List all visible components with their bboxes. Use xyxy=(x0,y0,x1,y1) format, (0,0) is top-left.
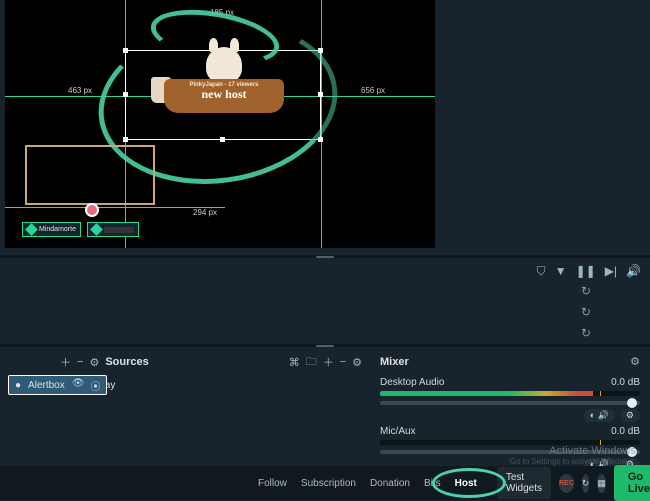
remove-icon[interactable]: − xyxy=(77,356,83,368)
monitor-toggle[interactable]: ◐ 🔊 xyxy=(584,409,615,422)
tab-follow[interactable]: Follow xyxy=(258,478,287,489)
alert-widget[interactable]: PinkyJapan - 17 viewers new host xyxy=(159,65,289,125)
bottom-bar: Follow Subscription Donation Bits Host Test … xyxy=(0,466,650,500)
resize-handle[interactable] xyxy=(123,137,128,142)
gear-icon[interactable]: ⚙ xyxy=(630,355,640,368)
refresh-icon[interactable]: ↻ xyxy=(581,326,591,340)
volume-slider[interactable] xyxy=(380,401,640,405)
ruler-bot-lbl: 294 px xyxy=(193,208,217,217)
volume-slider[interactable] xyxy=(380,450,640,454)
link-icon[interactable]: ⌘ xyxy=(289,356,300,369)
chip[interactable]: Mindamorte xyxy=(22,222,81,237)
audio-meter xyxy=(380,391,640,396)
remove-icon[interactable]: − xyxy=(340,356,346,368)
source-label: Alertbox xyxy=(28,380,65,391)
mixer-channel: Desktop Audio 0.0 dB ◐ 🔊 ⚙ xyxy=(380,377,640,422)
scene-strip-1[interactable]: ↻ xyxy=(0,282,598,300)
chip[interactable] xyxy=(87,222,139,237)
resize-handle[interactable] xyxy=(318,48,323,53)
resize-handle[interactable] xyxy=(123,48,128,53)
selection-box[interactable]: PinkyJapan - 17 viewers new host xyxy=(125,50,321,140)
replay-button[interactable]: ↻ xyxy=(582,474,590,493)
tab-bits[interactable]: Bits xyxy=(424,478,441,489)
scene-strip-3[interactable]: ↻ xyxy=(0,324,598,342)
ruler-left-lbl: 463 px xyxy=(68,86,92,95)
channel-db: 0.0 dB xyxy=(611,377,640,388)
diamond-icon xyxy=(90,223,103,236)
widget-tabs: Follow Subscription Donation Bits Host xyxy=(258,478,477,489)
source-row[interactable]: ● Alertbox 👁 ⦿ xyxy=(8,375,107,395)
studio-controls: ⛉ ▼ ❚❚ ▶| 🔊 xyxy=(537,264,641,279)
volume-icon[interactable]: 🔊 xyxy=(626,264,641,279)
overlay-pink-dot[interactable] xyxy=(85,203,99,217)
mixer-panel: Mixer Desktop Audio 0.0 dB ◐ 🔊 ⚙ Mic/Aux 0.0 … xyxy=(370,351,650,466)
ruler-h2 xyxy=(5,207,225,208)
tab-donation[interactable]: Donation xyxy=(370,478,410,489)
visibility-icon[interactable]: 👁 xyxy=(72,378,85,393)
source-icon: ● xyxy=(15,380,21,391)
gear-icon[interactable]: ⚙ xyxy=(352,356,362,369)
preview-canvas[interactable]: 185 px 463 px 656 px 294 px PinkyJapan -… xyxy=(5,0,435,248)
resize-handle[interactable] xyxy=(123,92,128,97)
gear-icon[interactable]: ⚙ xyxy=(89,356,99,369)
record-button[interactable]: REC xyxy=(559,474,574,493)
refresh-icon[interactable]: ↻ xyxy=(581,305,591,319)
mixer-title: Mixer xyxy=(380,356,409,368)
test-widgets-button[interactable]: Test Widgets xyxy=(497,467,551,499)
folder-icon[interactable]: 🗀 xyxy=(306,353,317,372)
refresh-icon[interactable]: ↻ xyxy=(581,284,591,298)
resize-handle[interactable] xyxy=(220,137,225,142)
diamond-icon xyxy=(25,223,38,236)
mixer-channel: Mic/Aux0.0 dB◐ 🔊⚙ xyxy=(380,426,640,471)
alert-line2: new host xyxy=(164,87,284,102)
channel-name: Desktop Audio xyxy=(380,377,445,388)
audio-meter xyxy=(380,440,640,445)
shield-icon[interactable]: ⛉ xyxy=(537,264,546,279)
filter-icon[interactable]: ▼ xyxy=(555,264,567,279)
chip-label: Mindamorte xyxy=(39,226,76,233)
skip-icon[interactable]: ▶| xyxy=(605,264,617,279)
lock-icon[interactable]: ⦿ xyxy=(90,378,100,393)
sources-panel: ＋ − ⚙ Sources ⌘ 🗀 ＋ − ⚙ ●Alertbox👁⦿›▥Liv… xyxy=(0,351,370,466)
add-icon[interactable]: ＋ xyxy=(323,354,334,370)
tab-subscription[interactable]: Subscription xyxy=(301,478,356,489)
add-icon[interactable]: ＋ xyxy=(60,354,71,370)
resize-handle[interactable] xyxy=(318,92,323,97)
alert-banner: PinkyJapan - 17 viewers new host xyxy=(164,79,284,113)
overlay-chips: Mindamorte xyxy=(22,222,139,237)
resize-handle[interactable] xyxy=(318,137,323,142)
pause-icon[interactable]: ❚❚ xyxy=(576,264,596,279)
panel-divider[interactable] xyxy=(0,344,650,347)
snapshot-button[interactable]: ▦ xyxy=(597,474,606,493)
slider-thumb[interactable] xyxy=(627,447,637,457)
sources-title: Sources xyxy=(105,356,148,368)
channel-gear[interactable]: ⚙ xyxy=(620,409,640,422)
panel-divider[interactable] xyxy=(0,255,650,258)
channel-db: 0.0 dB xyxy=(611,426,640,437)
llama-icon xyxy=(206,47,242,83)
slider-thumb[interactable] xyxy=(627,398,637,408)
ruler-v2 xyxy=(321,0,322,248)
ruler-top-lbl: 185 px xyxy=(210,8,234,17)
go-live-button[interactable]: Go Live xyxy=(614,465,650,501)
scene-strip-2[interactable]: ↻ xyxy=(0,303,598,321)
ruler-right-lbl: 656 px xyxy=(361,86,385,95)
channel-name: Mic/Aux xyxy=(380,426,416,437)
overlay-frame[interactable] xyxy=(25,145,155,205)
chip-blur xyxy=(104,227,134,233)
tab-host[interactable]: Host xyxy=(455,478,477,489)
